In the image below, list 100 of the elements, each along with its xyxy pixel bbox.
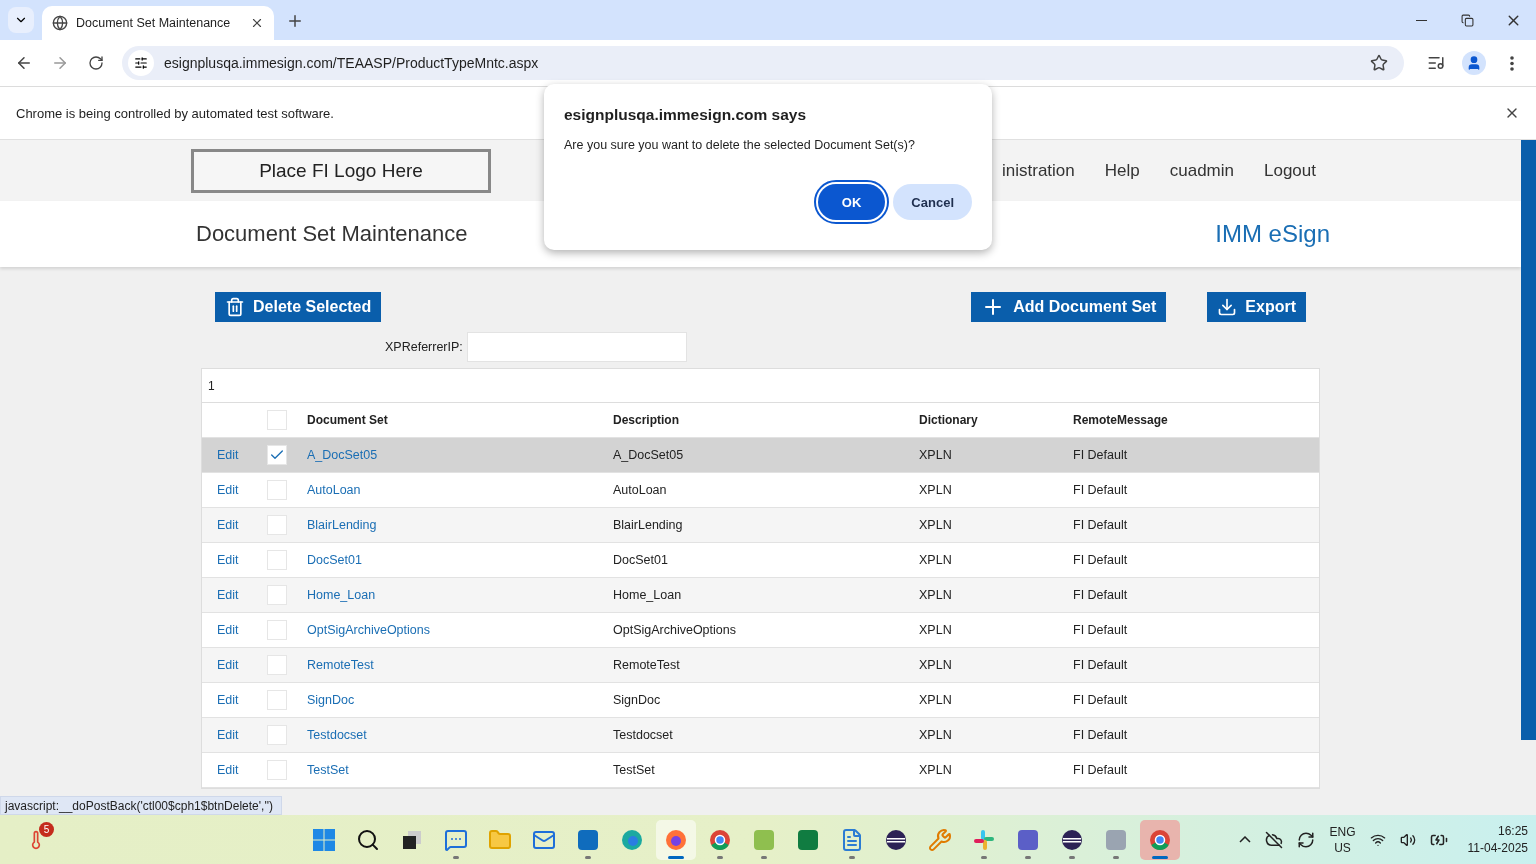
profile-button[interactable] — [1462, 51, 1486, 75]
document-set-link[interactable]: SignDoc — [307, 693, 355, 707]
nav-link[interactable]: cuadmin — [1169, 160, 1234, 181]
scrollbar-thumb[interactable] — [1521, 140, 1536, 740]
row-checkbox[interactable] — [267, 760, 287, 780]
table-cell-text: A_DocSet05 — [613, 448, 685, 462]
export-button[interactable]: Export — [1207, 292, 1306, 322]
notification-badge: 5 — [39, 821, 54, 837]
table-cell-text: XPLN — [919, 728, 953, 742]
edit-link[interactable]: Edit — [202, 693, 267, 707]
column-header: Description — [613, 413, 680, 427]
table-cell-text: FI Default — [1073, 448, 1129, 462]
status-link-url: javascript:__doPostBack('ctl00$cph1$btnDelete','') — [0, 796, 282, 815]
edit-link[interactable]: Edit — [202, 763, 267, 777]
playlist-icon — [1427, 54, 1445, 72]
weather-widget[interactable]: 5 — [18, 821, 54, 858]
table-cell-text: FI Default — [1073, 518, 1129, 532]
table-row[interactable]: Edit Testdocset Testdocset XPLN FI Default — [202, 718, 1319, 753]
column-header: Document Set — [307, 413, 389, 427]
row-checkbox[interactable] — [267, 515, 287, 535]
input-field[interactable] — [466, 332, 687, 362]
row-checkbox[interactable] — [267, 655, 287, 675]
table-cell-text: FI Default — [1073, 658, 1129, 672]
bookmark-star-button[interactable] — [1370, 54, 1388, 72]
document-set-link[interactable]: AutoLoan — [307, 483, 361, 497]
edit-link[interactable]: Edit — [202, 518, 267, 532]
row-checkbox[interactable] — [267, 690, 287, 710]
tab-search-button[interactable] — [8, 7, 34, 33]
show-hidden-icons-button[interactable] — [1239, 836, 1252, 843]
document-set-link[interactable]: Testdocset — [307, 728, 367, 742]
field-label: XPReferrerIP: — [385, 340, 463, 354]
edit-link[interactable]: Edit — [202, 658, 267, 672]
language-indicator[interactable]: ENG US — [1329, 823, 1356, 856]
sync-icon[interactable] — [1297, 830, 1316, 849]
table-cell-text: AutoLoan — [613, 483, 668, 497]
select-all-checkbox[interactable] — [267, 410, 287, 430]
tools-icon — [928, 827, 952, 852]
table-cell-text: SignDoc — [613, 693, 662, 707]
nav-link[interactable]: Help — [1104, 160, 1140, 181]
table-row[interactable]: Edit A_DocSet05 A_DocSet05 XPLN FI Default — [202, 438, 1319, 473]
sliders-icon — [134, 56, 148, 70]
plus-icon — [286, 12, 304, 30]
site-info-button[interactable] — [128, 50, 154, 76]
document-set-link[interactable]: Home_Loan — [307, 588, 376, 602]
close-tab-button[interactable] — [250, 16, 264, 30]
document-set-link[interactable]: RemoteTest — [307, 658, 374, 672]
minimize-icon — [1415, 19, 1427, 21]
table-cell-text: XPLN — [919, 658, 953, 672]
dialog-message: Are you sure you want to delete the selected Document Set(s)? — [564, 138, 916, 152]
nav-link[interactable]: inistration — [1002, 160, 1075, 181]
dialog-title: esignplusqa.immesign.com says — [564, 106, 808, 124]
table-cell-text: BlairLending — [613, 518, 684, 532]
edit-link[interactable]: Edit — [202, 623, 267, 637]
table-cell-text: OptSigArchiveOptions — [613, 623, 737, 637]
document-set-link[interactable]: A_DocSet05 — [307, 448, 378, 462]
table-row[interactable]: Edit RemoteTest RemoteTest XPLN FI Default — [202, 648, 1319, 683]
address-bar[interactable]: esignplusqa.immesign.com/TEAASP/ProductTypeMntc.aspx — [122, 46, 1404, 80]
document-set-link[interactable]: TestSet — [307, 763, 349, 777]
edit-link[interactable]: Edit — [202, 728, 267, 742]
notepad-icon — [840, 827, 864, 852]
table-row[interactable]: Edit Home_Loan Home_Loan XPLN FI Default — [202, 578, 1319, 613]
table-cell-text: XPLN — [919, 518, 953, 532]
table-cell-text: FI Default — [1073, 553, 1129, 567]
browser-tab[interactable]: Document Set Maintenance — [42, 6, 274, 40]
globe-icon — [52, 15, 68, 31]
table-row[interactable]: Edit BlairLending BlairLending XPLN FI Default — [202, 508, 1319, 543]
row-checkbox[interactable] — [267, 480, 287, 500]
edit-link[interactable]: Edit — [202, 448, 267, 462]
eclipse-icon — [1060, 827, 1084, 852]
document-set-link[interactable]: OptSigArchiveOptions — [307, 623, 430, 637]
edit-link[interactable]: Edit — [202, 483, 267, 497]
page-number[interactable]: 1 — [208, 378, 215, 393]
clock[interactable]: 16:25 11-04-2025 — [1467, 822, 1528, 857]
table-cell-text: XPLN — [919, 448, 953, 462]
row-checkbox[interactable] — [267, 620, 287, 640]
document-set-link[interactable]: DocSet01 — [307, 553, 362, 567]
row-checkbox[interactable] — [267, 585, 287, 605]
table-cell-text: FI Default — [1073, 763, 1129, 777]
volume-icon[interactable] — [1399, 831, 1416, 848]
table-cell-text: TestSet — [613, 763, 656, 777]
row-checkbox[interactable] — [267, 445, 287, 465]
document-set-link[interactable]: BlairLending — [307, 518, 377, 532]
logo-text: Place FI Logo Here — [259, 159, 423, 182]
cloud-off-icon[interactable] — [1265, 830, 1284, 849]
search-icon — [356, 827, 380, 852]
table-cell-text: DocSet01 — [613, 553, 669, 567]
delete-button[interactable]: Delete Selected — [215, 292, 382, 322]
nav-link[interactable]: Logout — [1264, 160, 1316, 181]
new-tab-button[interactable] — [286, 12, 304, 30]
add-button[interactable]: Add Document Set — [971, 292, 1167, 322]
chat-icon — [444, 827, 468, 852]
row-checkbox[interactable] — [267, 725, 287, 745]
cancel-button[interactable]: Cancel — [893, 184, 972, 220]
brand-name: IMM eSign — [1215, 220, 1330, 248]
edit-link[interactable]: Edit — [202, 553, 267, 567]
table-cell-text: FI Default — [1073, 693, 1129, 707]
edit-link[interactable]: Edit — [202, 588, 267, 602]
row-checkbox[interactable] — [267, 550, 287, 570]
infobar-message: Chrome is being controlled by automated test software. — [16, 105, 334, 121]
table-cell-text: XPLN — [919, 588, 953, 602]
